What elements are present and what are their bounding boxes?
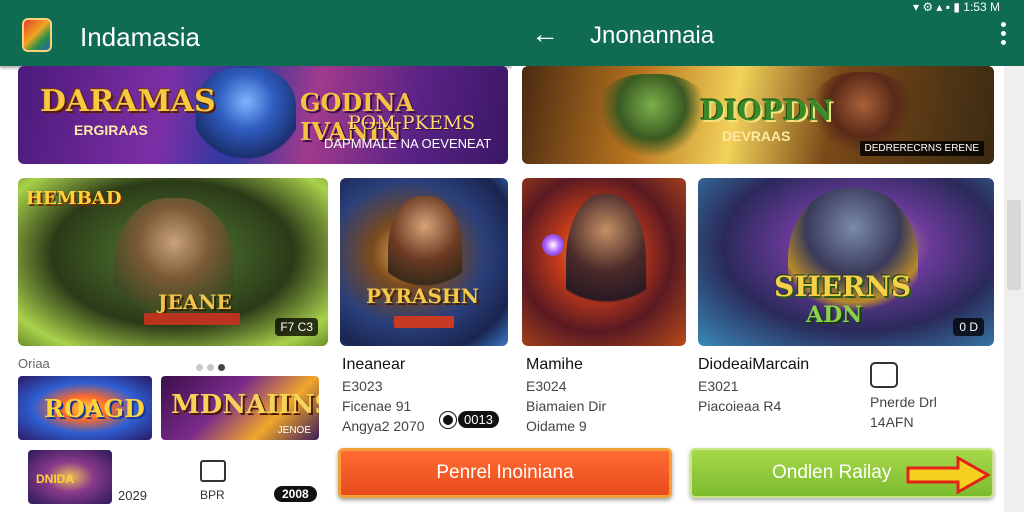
- back-arrow-icon[interactable]: ←: [530, 20, 560, 50]
- more-vert-icon[interactable]: [998, 22, 1008, 48]
- thumb-subtitle: JENOE: [277, 425, 311, 436]
- scrollbar[interactable]: [1004, 66, 1024, 512]
- app-title: Indamasia: [80, 22, 200, 52]
- card-ribbon: [394, 316, 454, 328]
- card-title: PYRASHN: [366, 284, 480, 308]
- section-label: Oriaa: [18, 356, 50, 371]
- game-detail: Piacoieaa R4: [698, 398, 782, 414]
- game-code: E3023: [342, 378, 383, 394]
- banner-caption: DAPMMALE NA OEVENEAT: [324, 136, 492, 151]
- thumb-title: DNIDA: [36, 472, 74, 486]
- card-title: SHERNS: [774, 270, 912, 303]
- banner-tag: DEDRERECRNS ERENE: [859, 141, 984, 156]
- card-badge: 0 D: [953, 318, 984, 336]
- game-name: DiodeaiMarcain: [698, 356, 810, 373]
- left-app-bar: Indamasia: [0, 0, 512, 66]
- card-ribbon: [144, 313, 240, 325]
- primary-green-button[interactable]: Ondlen Railay: [690, 448, 994, 498]
- game-card-small[interactable]: PYRASHN: [340, 178, 508, 346]
- game-card-small[interactable]: [522, 178, 686, 346]
- banner-title: DIOPDN: [700, 94, 833, 127]
- game-detail: Angya2 2070: [342, 418, 425, 434]
- carousel-dot[interactable]: [207, 364, 214, 371]
- card-title: JEANE: [158, 290, 232, 314]
- count-badge: 0013: [458, 411, 499, 428]
- card-logo: HEMBAD: [26, 188, 122, 209]
- game-code: E3024: [526, 378, 567, 394]
- game-card-large[interactable]: SHERNS ADN 0 D: [698, 178, 994, 346]
- controller-icon[interactable]: [870, 362, 898, 388]
- controller-icon[interactable]: [200, 460, 226, 482]
- game-info: Ineanear E3023 Ficenae 91 Angya2 2070: [342, 356, 425, 434]
- magic-orb: [542, 234, 564, 256]
- carousel-dot-active[interactable]: [218, 364, 225, 371]
- row-number: 2029: [118, 488, 147, 503]
- page-title: Jnonannaia: [590, 22, 715, 49]
- arrow-right-icon: [906, 456, 990, 494]
- status-dot-icon: [440, 412, 456, 428]
- thumb-title: MDNAIINS: [171, 390, 319, 420]
- carousel-dot[interactable]: [196, 364, 203, 371]
- row-label: BPR: [200, 488, 225, 502]
- banner-title: DARAMAS: [40, 84, 216, 119]
- split-screen: Indamasia DARAMAS ERGIRAAS GODINA IVANIN…: [0, 0, 1024, 512]
- card-badge: F7 C3: [275, 318, 318, 336]
- count-badge: 2008: [274, 486, 317, 502]
- game-thumb[interactable]: MDNAIINS JENOE: [161, 376, 319, 440]
- game-info: DiodeaiMarcain E3021 Piacoieaa R4: [698, 356, 809, 414]
- right-pane: ← Jnonannaia ▾ ⚙ ▴ ▪ ▮ 1:53 M DIOPDN DEV…: [512, 0, 1024, 512]
- game-detail: 14AFN: [870, 414, 914, 430]
- game-detail: Biamaien Dir: [526, 398, 607, 414]
- game-detail: Ficenae 91: [342, 398, 412, 414]
- status-bar: ▾ ⚙ ▴ ▪ ▮ 1:53 M: [912, 0, 1000, 14]
- thumb-title: ROAGD: [44, 394, 145, 423]
- card-subtitle: ADN: [806, 302, 863, 328]
- banner-subtitle: DEVRAAS: [722, 128, 791, 144]
- game-detail: Oidame 9: [526, 418, 587, 434]
- button-label: Ondlen Railay: [772, 462, 892, 483]
- game-code: E3021: [698, 378, 739, 394]
- button-label: Penrel Inoiniana: [436, 462, 574, 483]
- game-info: Mamihe E3024 Biamaien Dir Oidame 9: [526, 356, 606, 434]
- game-info: Pnerde Drl 14AFN: [870, 362, 937, 430]
- game-card-large[interactable]: HEMBAD JEANE F7 C3: [18, 178, 328, 346]
- game-name: Mamihe: [526, 356, 583, 373]
- banner-mid-subtitle: POM PKEMS: [348, 112, 476, 134]
- banner-subtitle: ERGIRAAS: [74, 122, 148, 138]
- app-logo-icon[interactable]: [22, 18, 52, 52]
- featured-banner[interactable]: DARAMAS ERGIRAAS GODINA IVANIN POM PKEMS…: [18, 66, 508, 164]
- game-detail: Pnerde Drl: [870, 394, 937, 410]
- game-name: Ineanear: [342, 356, 406, 373]
- scrollbar-thumb[interactable]: [1007, 200, 1021, 290]
- carousel-dots[interactable]: [196, 358, 229, 376]
- featured-banner[interactable]: DIOPDN DEVRAAS DEDRERECRNS ERENE: [522, 66, 994, 164]
- game-thumb[interactable]: ROAGD: [18, 376, 152, 440]
- left-pane: Indamasia DARAMAS ERGIRAAS GODINA IVANIN…: [0, 0, 512, 512]
- game-thumb[interactable]: DNIDA: [28, 450, 112, 504]
- primary-orange-button[interactable]: Penrel Inoiniana: [338, 448, 672, 498]
